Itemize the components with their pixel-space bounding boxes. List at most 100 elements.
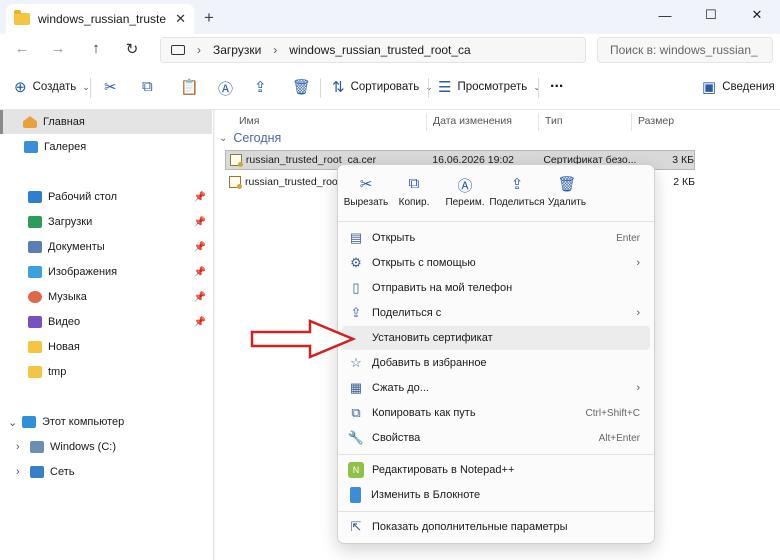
menu-item-compress[interactable]: ▦ Сжать до... › [342, 376, 650, 400]
menu-item-edit-notepad[interactable]: Изменить в Блокноте [342, 483, 650, 507]
sidebar-item-label: Этот компьютер [42, 416, 125, 428]
separator [338, 221, 654, 222]
menu-item-open[interactable]: ▤ Открыть Enter [342, 226, 650, 250]
more-button[interactable]: ... [550, 74, 563, 92]
chevron-right-icon[interactable]: › [197, 43, 201, 57]
chevron-down-icon: ⌄ [82, 81, 90, 92]
menu-item-label: Копировать как путь [372, 407, 476, 419]
menu-item-send-to-phone[interactable]: ▯ Отправить на мой телефон [342, 276, 650, 300]
chevron-right-icon[interactable]: › [273, 43, 277, 57]
sidebar-item-tmp[interactable]: tmp [0, 360, 212, 384]
copy-icon: ⧉ [142, 78, 153, 95]
network-icon [30, 466, 44, 478]
details-button[interactable]: ▣ Сведения [702, 78, 775, 96]
menu-item-copy-path[interactable]: ⧉ Копировать как путь Ctrl+Shift+C [342, 401, 650, 425]
sidebar-item-downloads[interactable]: Загрузки 📌 [0, 210, 212, 234]
column-header-size[interactable]: Размер [638, 110, 674, 132]
paste-icon: 📋 [180, 79, 199, 96]
breadcrumb[interactable]: › Загрузки › windows_russian_trusted_roo… [160, 37, 586, 63]
menu-item-add-favorites[interactable]: ☆ Добавить в избранное [342, 351, 650, 375]
window-tab[interactable]: windows_russian_trusted_root_ca ✕ [6, 4, 194, 34]
sidebar-item-windows-c[interactable]: › Windows (C:) [0, 435, 212, 459]
group-header[interactable]: ⌄ Сегодня [219, 131, 281, 145]
menu-item-label: Отправить на мой телефон [372, 282, 513, 294]
back-arrow-icon[interactable]: ← [12, 40, 32, 57]
menu-item-open-with[interactable]: ⚙ Открыть с помощью › [342, 251, 650, 275]
share-icon: ⇪ [510, 176, 524, 193]
forward-arrow-icon[interactable]: → [48, 40, 68, 57]
create-button[interactable]: ⊕ Создать ⌄ [14, 78, 90, 96]
paste-button[interactable]: 📋 [180, 78, 199, 96]
chevron-down-icon[interactable]: ⌄ [8, 416, 17, 429]
context-delete-button[interactable]: 🗑 Удалить [539, 175, 595, 208]
column-header-date[interactable]: Дата изменения [433, 110, 512, 132]
tab-title: windows_russian_trusted_root_ca [38, 12, 166, 26]
more-options-icon: ⇱ [350, 519, 362, 534]
sidebar-item-documents[interactable]: Документы 📌 [0, 235, 212, 259]
column-header-type[interactable]: Тип [545, 110, 563, 132]
create-label: Создать [32, 81, 77, 93]
documents-icon [28, 241, 42, 253]
minimize-button[interactable]: — [642, 2, 688, 28]
search-input[interactable]: Поиск в: windows_russian_ [597, 37, 773, 63]
maximize-button[interactable]: ☐ [688, 2, 734, 28]
shortcut-label: Ctrl+Shift+C [585, 407, 640, 419]
breadcrumb-downloads[interactable]: Загрузки [213, 43, 261, 57]
delete-button[interactable]: 🗑 [292, 78, 311, 96]
desktop-icon [28, 191, 42, 203]
chevron-down-icon[interactable]: ⌄ [219, 133, 227, 144]
pin-icon[interactable]: 📌 [194, 267, 206, 278]
pin-icon[interactable]: 📌 [194, 317, 206, 328]
context-copy-button[interactable]: ⧉ Копир. [386, 175, 442, 208]
sidebar-item-new-folder[interactable]: Новая [0, 335, 212, 359]
sidebar-item-video[interactable]: Видео 📌 [0, 310, 212, 334]
quick-action-label: Удалить [547, 197, 587, 208]
sidebar-item-pictures[interactable]: Изображения 📌 [0, 260, 212, 284]
red-arrow-annotation [250, 319, 356, 359]
sidebar-item-music[interactable]: Музыка 📌 [0, 285, 212, 309]
rename-button[interactable]: Ⓐ [218, 78, 233, 99]
tab-close-icon[interactable]: ✕ [175, 11, 186, 27]
breadcrumb-folder[interactable]: windows_russian_trusted_root_ca [289, 43, 470, 57]
sidebar-item-desktop[interactable]: Рабочий стол 📌 [0, 185, 212, 209]
close-button[interactable]: ✕ [734, 2, 780, 28]
sidebar-item-label: Сеть [50, 466, 75, 478]
pin-icon[interactable]: 📌 [194, 292, 206, 303]
sidebar-item-label: Главная [43, 116, 85, 128]
sort-button[interactable]: ⇅ Сортировать ⌄ [332, 78, 433, 96]
menu-item-more-options[interactable]: ⇱ Показать дополнительные параметры [342, 515, 650, 539]
context-rename-button[interactable]: Ⓐ Переим. [437, 175, 493, 208]
new-tab-button[interactable]: + [204, 8, 214, 28]
copy-button[interactable]: ⧉ [142, 78, 153, 95]
trash-icon: 🗑 [292, 79, 312, 96]
sidebar-item-label: Рабочий стол [48, 191, 118, 203]
separator [538, 113, 539, 131]
pin-icon[interactable]: 📌 [194, 192, 206, 203]
sidebar-item-this-pc[interactable]: ⌄ Этот компьютер [0, 410, 212, 434]
rename-icon: Ⓐ [218, 81, 234, 98]
quick-action-label: Переим. [445, 197, 485, 208]
chevron-right-icon[interactable]: › [16, 466, 24, 478]
notepadpp-icon: N [348, 462, 364, 478]
menu-item-install-certificate[interactable]: Установить сертификат [342, 326, 650, 350]
sidebar-item-home[interactable]: Главная [0, 110, 212, 134]
chevron-right-icon[interactable]: › [16, 441, 24, 453]
cut-button[interactable]: ✂ [104, 78, 117, 96]
context-share-button[interactable]: ⇪ Поделиться [488, 175, 546, 208]
share-button[interactable]: ⇪ [254, 78, 267, 96]
refresh-icon[interactable]: ↻ [122, 40, 142, 58]
certificate-icon [229, 176, 242, 189]
view-button[interactable]: ☰ Просмотреть ⌄ [438, 78, 541, 96]
menu-item-edit-notepadpp[interactable]: N Редактировать в Notepad++ [342, 458, 650, 482]
up-arrow-icon[interactable]: ↑ [86, 40, 106, 57]
menu-item-share-with[interactable]: ⇪ Поделиться с › [342, 301, 650, 325]
menu-item-label: Свойства [372, 432, 421, 444]
menu-item-properties[interactable]: 🔧 Свойства Alt+Enter [342, 426, 650, 450]
sidebar-item-gallery[interactable]: Галерея [0, 135, 212, 159]
command-bar: ⊕ Создать ⌄ ✂ ⧉ 📋 Ⓐ ⇪ 🗑 ⇅ Сортировать ⌄ … [0, 66, 780, 110]
pin-icon[interactable]: 📌 [194, 217, 206, 228]
shortcut-label: Enter [616, 232, 640, 244]
pin-icon[interactable]: 📌 [194, 242, 206, 253]
sidebar-item-network[interactable]: › Сеть [0, 460, 212, 484]
column-header-name[interactable]: Имя [239, 110, 259, 132]
